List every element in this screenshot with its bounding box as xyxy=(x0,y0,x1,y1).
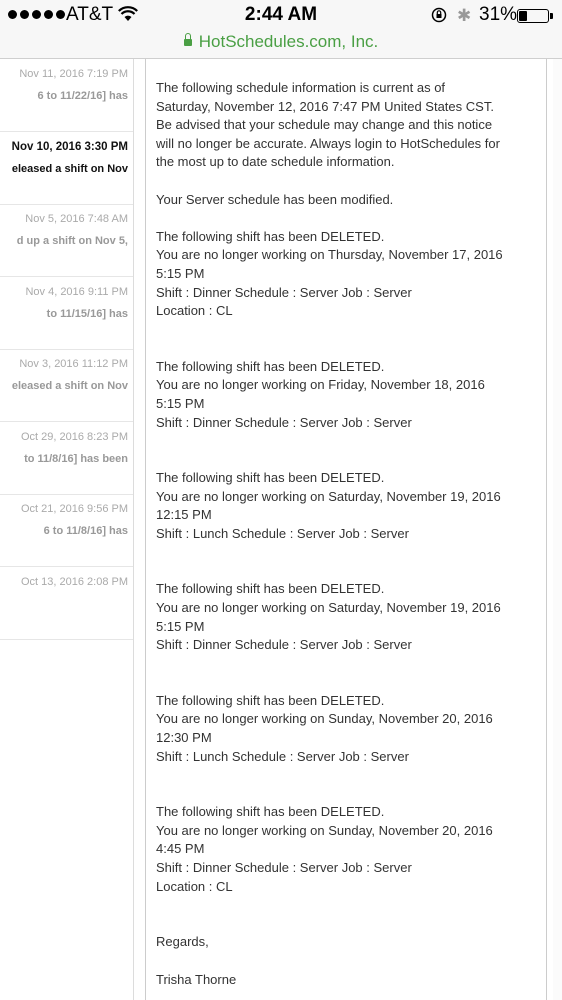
deleted-shift-notice: The following shift has been DELETED. Yo… xyxy=(156,804,493,894)
message-preview: to 11/8/16] has been xyxy=(24,452,128,465)
message-list: Nov 11, 2016 7:19 PM 6 to 11/22/16] has No… xyxy=(0,59,134,1000)
lock-icon xyxy=(183,33,192,46)
message-date: Nov 3, 2016 11:12 PM xyxy=(19,358,128,370)
message-list-item[interactable]: Nov 5, 2016 7:48 AM d up a shift on Nov 5… xyxy=(0,204,133,277)
message-date: Oct 13, 2016 2:08 PM xyxy=(20,575,128,588)
url-text: HotSchedules.com, Inc. xyxy=(198,32,379,51)
deleted-shift-notice: The following shift has been DELETED. Yo… xyxy=(156,470,501,541)
email-intro: The following schedule information is cu… xyxy=(156,80,500,170)
message-preview: eleased a shift on Nov xyxy=(11,380,128,392)
deleted-shift-notice: The following shift has been DELETED. Yo… xyxy=(156,692,493,764)
message-preview: eleased a shift on Nov xyxy=(11,162,128,175)
status-bar: AT&T 2:44 AM ✱ 31% HotSchedules.com, Inc… xyxy=(0,0,562,59)
message-list-item[interactable]: Nov 3, 2016 11:12 PM eleased a shift on N… xyxy=(0,349,133,422)
message-list-item[interactable]: Oct 21, 2016 9:56 PM 6 to 11/8/16] has xyxy=(0,494,133,567)
message-preview: to 11/15/16] has xyxy=(46,307,128,320)
battery-percentage: 31% xyxy=(479,4,518,25)
clock: 2:44 AM xyxy=(244,4,318,25)
message-list-item[interactable]: Oct 13, 2016 2:08 PM xyxy=(0,567,133,640)
message-list-item[interactable]: Oct 29, 2016 8:23 PM to 11/8/16] has been xyxy=(0,422,133,495)
message-preview: d up a shift on Nov 5, xyxy=(16,235,128,247)
email-regards: Regards, xyxy=(156,934,209,950)
message-date: Nov 10, 2016 3:30 PM xyxy=(11,140,128,153)
message-date: Oct 29, 2016 8:23 PM xyxy=(20,430,128,443)
message-date: Oct 21, 2016 9:56 PM xyxy=(20,503,128,515)
message-date: Nov 4, 2016 9:11 PM xyxy=(25,285,128,298)
email-panel: The following schedule information is cu… xyxy=(145,59,547,1000)
message-list-item[interactable]: Nov 4, 2016 9:11 PM to 11/15/16] has xyxy=(0,277,133,350)
message-list-item[interactable]: Nov 11, 2016 7:19 PM 6 to 11/22/16] has xyxy=(0,59,133,132)
email-signature: Trisha Thorne xyxy=(156,971,237,987)
message-list-item[interactable]: Nov 10, 2016 3:30 PM eleased a shift on N… xyxy=(0,131,133,205)
battery-icon xyxy=(517,9,553,23)
orientation-lock-icon xyxy=(431,7,447,23)
message-date: Nov 5, 2016 7:48 AM xyxy=(25,213,128,225)
email-modified-notice: Your Server schedule has been modified. xyxy=(156,191,394,207)
deleted-shift-notice: The following shift has been DELETED. Yo… xyxy=(156,228,503,319)
email-body: The following schedule information is cu… xyxy=(156,79,541,989)
deleted-shift-notice: The following shift has been DELETED. Yo… xyxy=(156,358,485,430)
message-date: Nov 11, 2016 7:19 PM xyxy=(19,68,128,80)
scrollbar[interactable] xyxy=(553,59,562,1000)
url-bar[interactable]: HotSchedules.com, Inc. xyxy=(0,32,562,52)
deleted-shift-notice: The following shift has been DELETED. Yo… xyxy=(156,581,501,653)
message-preview: 6 to 11/22/16] has xyxy=(37,90,129,102)
message-preview: 6 to 11/8/16] has xyxy=(43,525,128,537)
bluetooth-icon: ✱ xyxy=(457,6,472,25)
